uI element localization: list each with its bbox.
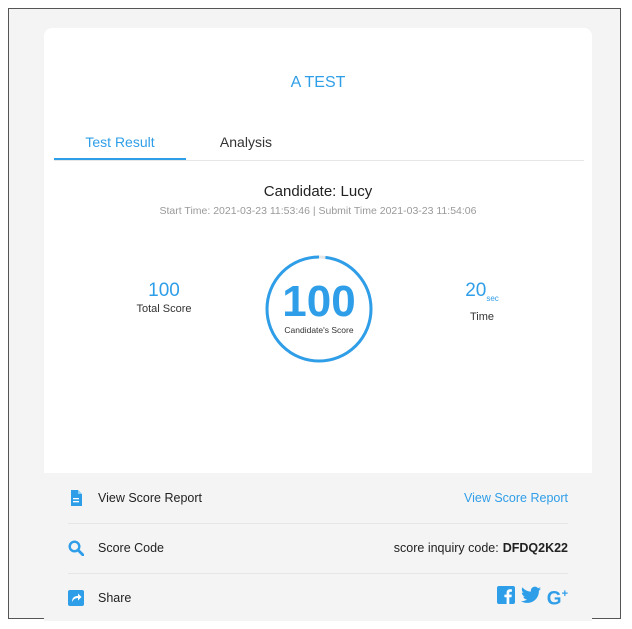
score-inquiry-code: score inquiry code: DFDQ2K22	[394, 541, 568, 555]
tab-test-result[interactable]: Test Result	[54, 134, 186, 160]
candidate-name: Candidate: Lucy	[263, 183, 373, 200]
social-buttons: G+	[496, 585, 568, 609]
score-code-label: Score Code	[98, 541, 165, 555]
total-score-stat: 100 Total Score	[104, 280, 224, 315]
time-value: 20sec	[422, 280, 542, 310]
time-number: 20	[465, 280, 487, 301]
score-code-row: Score Code score inquiry code: DFDQ2K22	[68, 523, 568, 574]
twitter-icon[interactable]	[520, 586, 541, 609]
candidate-score-value: 100	[282, 277, 356, 326]
score-inquiry-value: DFDQ2K22	[502, 541, 568, 555]
search-icon	[68, 540, 84, 556]
document-icon	[71, 490, 82, 506]
test-times: Start Time: 2021-03-23 11:53:46 | Submit…	[159, 205, 477, 217]
time-stat: 20sec Time	[422, 280, 542, 323]
score-inquiry-prefix: score inquiry code:	[393, 541, 499, 555]
time-label: Time	[469, 310, 495, 323]
google-plus-icon[interactable]: G+	[547, 585, 568, 608]
actions-panel: View Score Report View Score Report Scor…	[44, 473, 592, 621]
time-unit: sec	[486, 293, 499, 303]
view-score-report-link[interactable]: View Score Report	[464, 491, 568, 505]
score-report-row: View Score Report View Score Report	[68, 473, 568, 524]
tab-bar: Test Result Analysis	[54, 134, 584, 161]
page-title: A TEST	[290, 74, 346, 91]
candidate-score-label: Candidate's Score	[284, 325, 354, 335]
tab-analysis[interactable]: Analysis	[216, 134, 276, 150]
total-score-label: Total Score	[136, 303, 192, 315]
total-score-value: 100	[148, 280, 180, 301]
facebook-icon[interactable]	[496, 585, 515, 609]
share-label: Share	[98, 591, 132, 605]
share-row: Share G+	[68, 573, 568, 623]
score-report-label: View Score Report	[98, 491, 202, 505]
share-icon	[68, 590, 84, 606]
